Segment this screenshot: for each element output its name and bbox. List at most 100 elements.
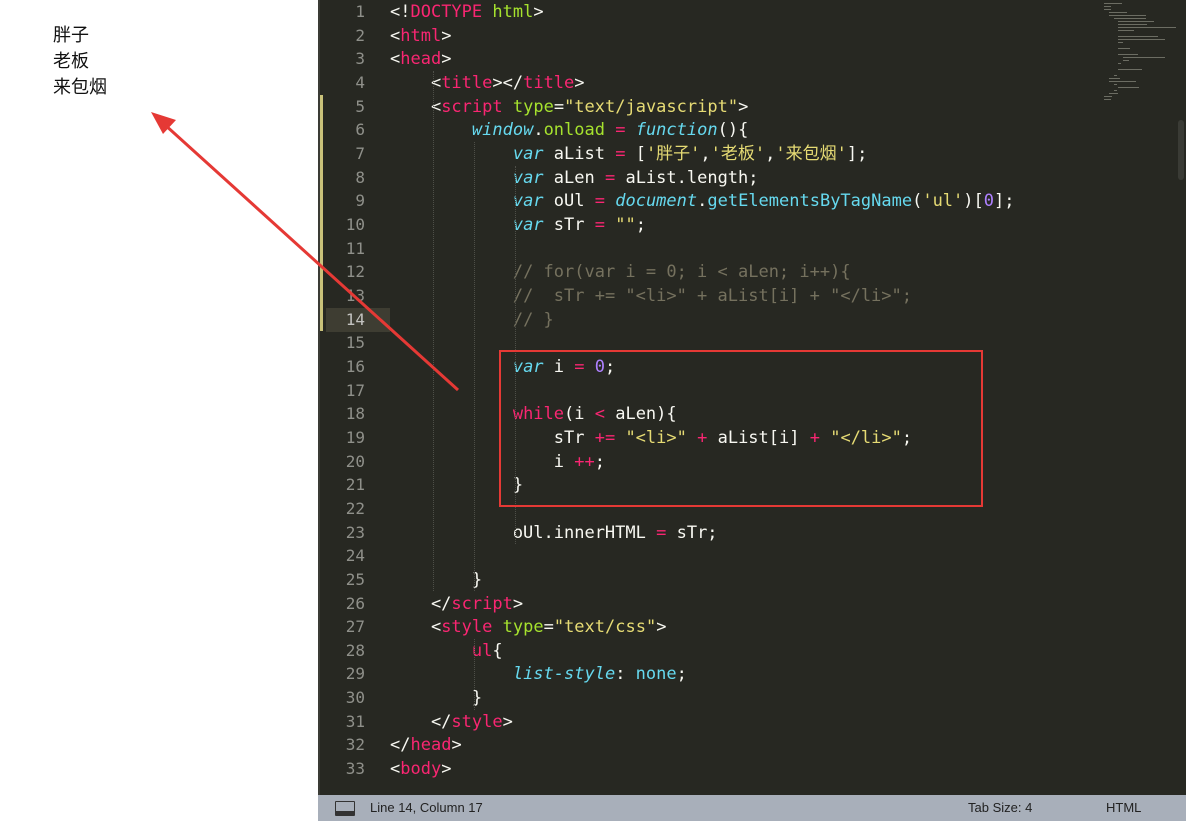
code-token: < [390,25,401,46]
code-line[interactable]: <head> [390,47,451,71]
line-number: 14 [345,309,365,329]
code-token: = [615,143,626,164]
code-line[interactable]: </style> [390,710,513,734]
code-line[interactable]: // } [390,308,554,332]
code-line[interactable]: ul{ [390,639,503,663]
minimap[interactable] [1100,0,1186,120]
code-token: > [451,735,462,756]
minimap-line [1118,24,1148,25]
code-token: < [390,49,401,70]
code-line[interactable]: // for(var i = 0; i < aLen; i++){ [390,260,851,284]
code-line[interactable]: window.onload = function(){ [390,118,748,142]
minimap-line [1104,96,1113,97]
minimap-line [1108,12,1127,13]
code-line[interactable]: var sTr = ""; [390,213,646,237]
code-token: = [594,214,605,235]
minimap-line [1123,57,1166,58]
code-token: "text/css" [553,617,657,638]
code-token: > [512,593,524,614]
code-token: // for(var i = 0; i < aLen; i++){ [512,262,851,283]
code-token: = [604,120,636,141]
line-number: 15 [345,333,365,353]
minimap-line [1118,42,1124,43]
code-token: style [451,711,503,732]
minimap-line [1123,60,1130,61]
cursor-position: Line 14, Column 17 [370,800,483,815]
scrollbar-thumb[interactable] [1178,120,1184,180]
code-token: 0 [983,191,995,212]
line-number: 2 [355,25,365,45]
code-token: "" [615,214,636,235]
code-line[interactable]: <!DOCTYPE html> [390,0,544,24]
code-line[interactable]: oUl.innerHTML = sTr; [390,521,718,545]
minimap-line [1118,54,1138,55]
browser-preview: 胖子 老板 来包烟 [0,0,318,821]
code-token: . [533,120,544,141]
line-number: 11 [345,238,365,258]
code-line[interactable]: var aLen = aList.length; [390,166,759,190]
code-token: none [635,664,677,685]
code-line[interactable]: var aList = ['胖子','老板','来包烟']; [390,142,868,166]
code-token: , [700,143,711,164]
code-token: } [390,688,483,709]
code-token: ; [635,214,646,235]
code-line[interactable]: <title></title> [390,71,585,95]
line-number: 22 [345,498,365,518]
code-token: list-style [512,664,616,685]
code-line[interactable]: // sTr += "<li>" + aList[i] + "</li>"; [390,284,912,308]
minimap-line [1118,48,1131,49]
line-number: 6 [355,120,365,140]
line-number: 8 [355,167,365,187]
indent-guide [433,70,434,592]
code-token: ></ [492,72,524,93]
code-line[interactable]: } [390,568,482,592]
syntax-button[interactable]: HTML [1106,800,1141,815]
line-number: 12 [345,262,365,282]
line-number: 19 [345,427,365,447]
minimap-line [1104,99,1112,100]
code-token: </ [390,735,411,756]
code-token: : [615,664,636,685]
code-token: = [604,167,616,188]
code-token: var [512,214,544,235]
minimap-line [1118,30,1134,31]
tab-size-button[interactable]: Tab Size: 4 [968,800,1032,815]
code-line[interactable]: } [390,686,482,710]
code-line[interactable]: </script> [390,592,523,616]
code-line[interactable]: </head> [390,733,462,757]
rendered-list: 胖子 老板 来包烟 [53,23,107,101]
line-number: 3 [355,49,365,69]
minimap-line [1113,84,1118,85]
line-number: 27 [345,617,365,637]
line-number: 31 [345,711,365,731]
panel-toggle-icon[interactable] [335,801,355,816]
code-token: )[ [963,191,984,212]
minimap-line [1113,90,1117,91]
code-line[interactable]: <body> [390,757,451,781]
code-token: // } [512,309,554,330]
line-number-gutter[interactable]: 1 2 3 4 5 6 7 8 9 10 11 12 13 14 15 16 17 18 19 20 21 22 23 24 2… [318,0,390,795]
code-line[interactable]: <script type="text/javascript"> [390,95,748,119]
code-token: ]; [994,191,1015,212]
code-line[interactable]: var oUl = document.getElementsByTagName(… [390,189,1015,213]
code-line[interactable]: <html> [390,24,451,48]
code-line[interactable]: <style type="text/css"> [390,615,667,639]
vertical-scrollbar[interactable] [1176,0,1186,795]
code-token: '胖子' [645,143,701,164]
minimap-line [1118,69,1143,70]
line-number: 1 [355,2,365,21]
code-token: ( [912,191,923,212]
code-token: window [471,120,534,141]
code-line[interactable]: list-style: none; [390,662,687,686]
code-token: <! [390,2,411,22]
code-token: > [441,49,452,70]
code-token: "text/javascript" [564,96,739,117]
code-token: aList [543,143,616,164]
code-token: = [594,191,605,212]
code-token: > [656,617,667,638]
code-token: } [390,569,483,590]
minimap-line [1113,75,1117,76]
code-token: getElementsByTagName [707,191,913,212]
